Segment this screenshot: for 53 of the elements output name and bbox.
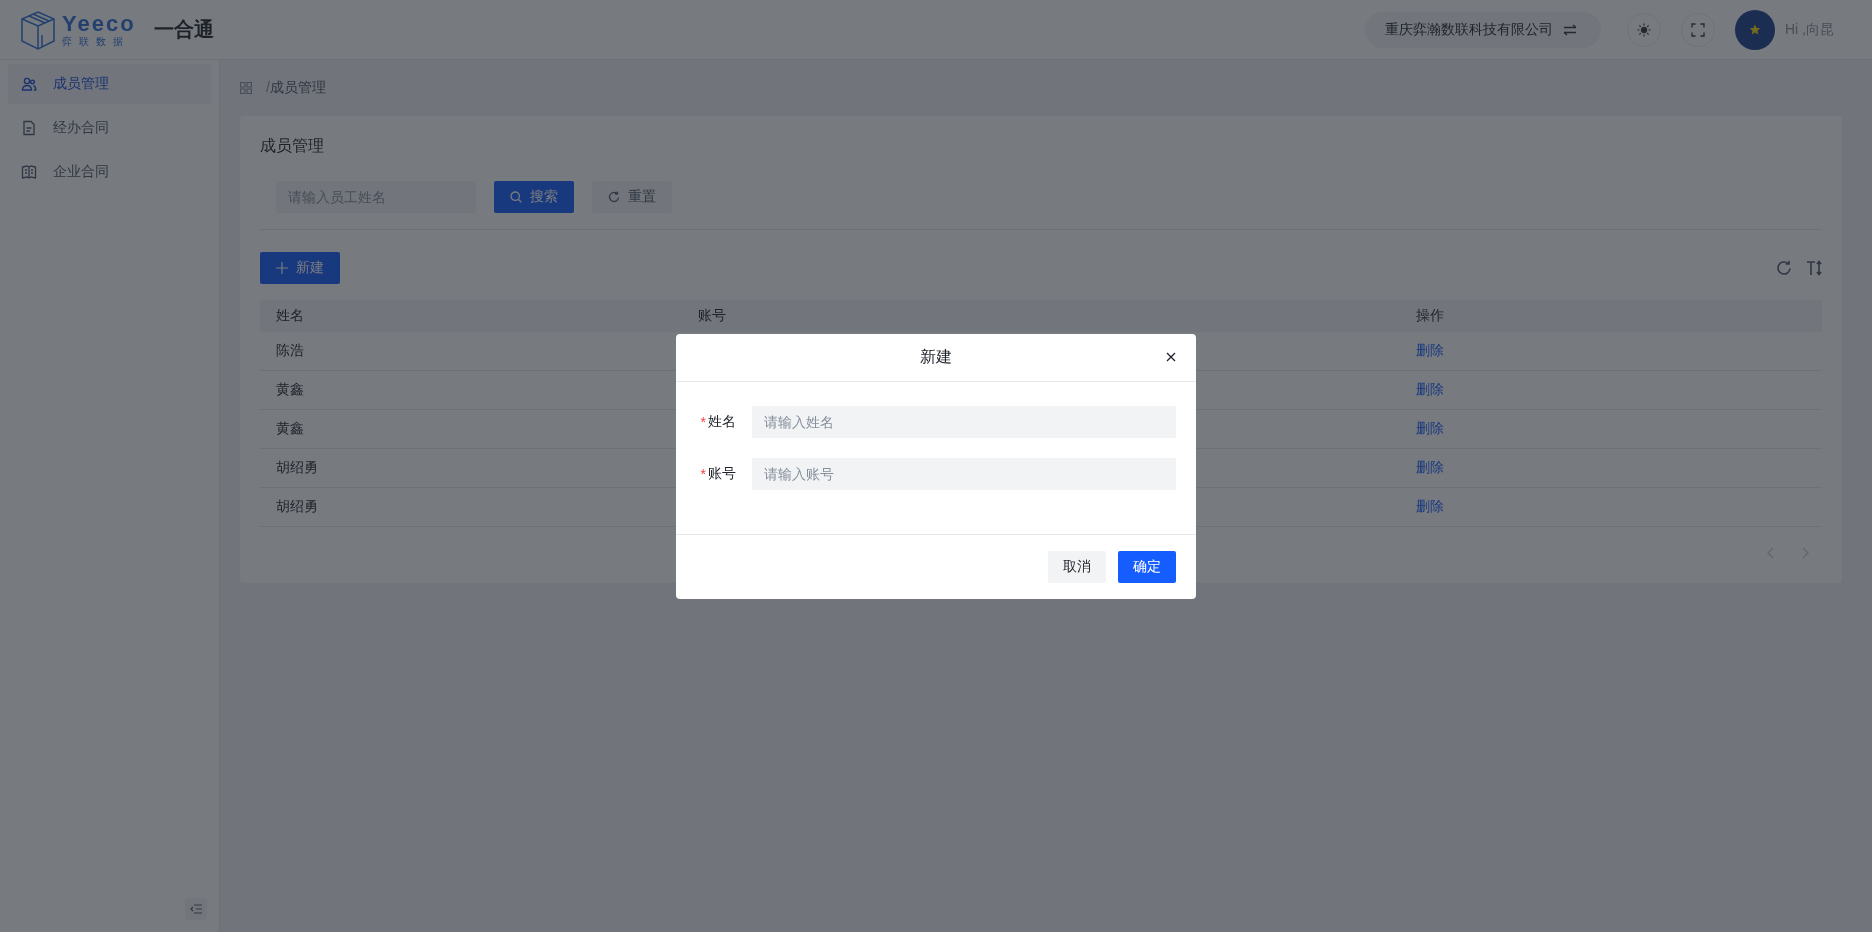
sun-icon	[1637, 22, 1651, 37]
field-label: 姓名	[708, 413, 736, 431]
company-switcher[interactable]: 重庆弈瀚数联科技有限公司	[1365, 11, 1601, 48]
avatar[interactable]	[1735, 9, 1775, 50]
table-cell-text: 黄鑫	[275, 420, 305, 438]
delete-link[interactable]: 删除	[1416, 381, 1444, 397]
dialog-title: 新建	[920, 347, 952, 367]
close-icon[interactable]	[1166, 352, 1176, 362]
apps-icon[interactable]	[240, 82, 252, 94]
confirm-button[interactable]: 确定	[1118, 551, 1176, 583]
breadcrumb-item: 成员管理	[269, 79, 326, 95]
logo-subtitle: 弈联数据	[62, 36, 131, 47]
sidebar-item[interactable]: 企业合同	[8, 152, 211, 192]
field-label: 账号	[708, 465, 736, 483]
delete-link[interactable]: 删除	[1416, 420, 1444, 436]
column-header: 姓名	[275, 307, 305, 325]
book-icon	[21, 164, 37, 180]
required-mark: *	[700, 466, 706, 482]
breadcrumb-separator: /	[266, 79, 270, 95]
sidebar-item[interactable]: 成员管理	[8, 64, 211, 104]
column-header: 操作	[1415, 307, 1445, 325]
swap-icon	[1563, 23, 1577, 36]
search-icon	[510, 191, 522, 203]
star-icon	[1749, 23, 1761, 36]
people-icon	[21, 76, 37, 92]
collapse-icon	[190, 904, 202, 914]
text-height-icon[interactable]	[1806, 260, 1822, 276]
sidebar-item[interactable]: 经办合同	[8, 108, 211, 148]
document-icon	[21, 120, 37, 136]
cancel-button[interactable]: 取消	[1048, 551, 1106, 583]
table-cell-text: 胡绍勇	[275, 498, 319, 516]
table-cell-text: 陈浩	[275, 342, 305, 360]
delete-link[interactable]: 删除	[1416, 459, 1444, 475]
input-field[interactable]: 请输入账号	[752, 458, 1176, 490]
fullscreen-icon	[1691, 22, 1705, 37]
logo-icon	[20, 9, 56, 50]
refresh-icon	[608, 191, 620, 203]
column-header: 账号	[697, 307, 727, 325]
logo-wordmark: Yeeco	[62, 12, 136, 35]
new-button[interactable]: 新建	[260, 252, 340, 284]
plus-icon	[276, 262, 288, 274]
app-name: 一合通	[153, 17, 214, 42]
card-title: 成员管理	[260, 136, 324, 156]
delete-link[interactable]: 删除	[1416, 342, 1444, 358]
collapse-button[interactable]	[185, 898, 207, 920]
required-mark: *	[700, 414, 706, 430]
search-button[interactable]: 搜索	[494, 181, 574, 213]
table-cell-text: 黄鑫	[275, 381, 305, 399]
delete-link[interactable]: 删除	[1416, 498, 1444, 514]
table-cell-text: 胡绍勇	[275, 459, 319, 477]
refresh-icon[interactable]	[1776, 260, 1792, 276]
input-field[interactable]: 请输入姓名	[752, 406, 1176, 438]
reset-button[interactable]: 重置	[592, 181, 672, 213]
